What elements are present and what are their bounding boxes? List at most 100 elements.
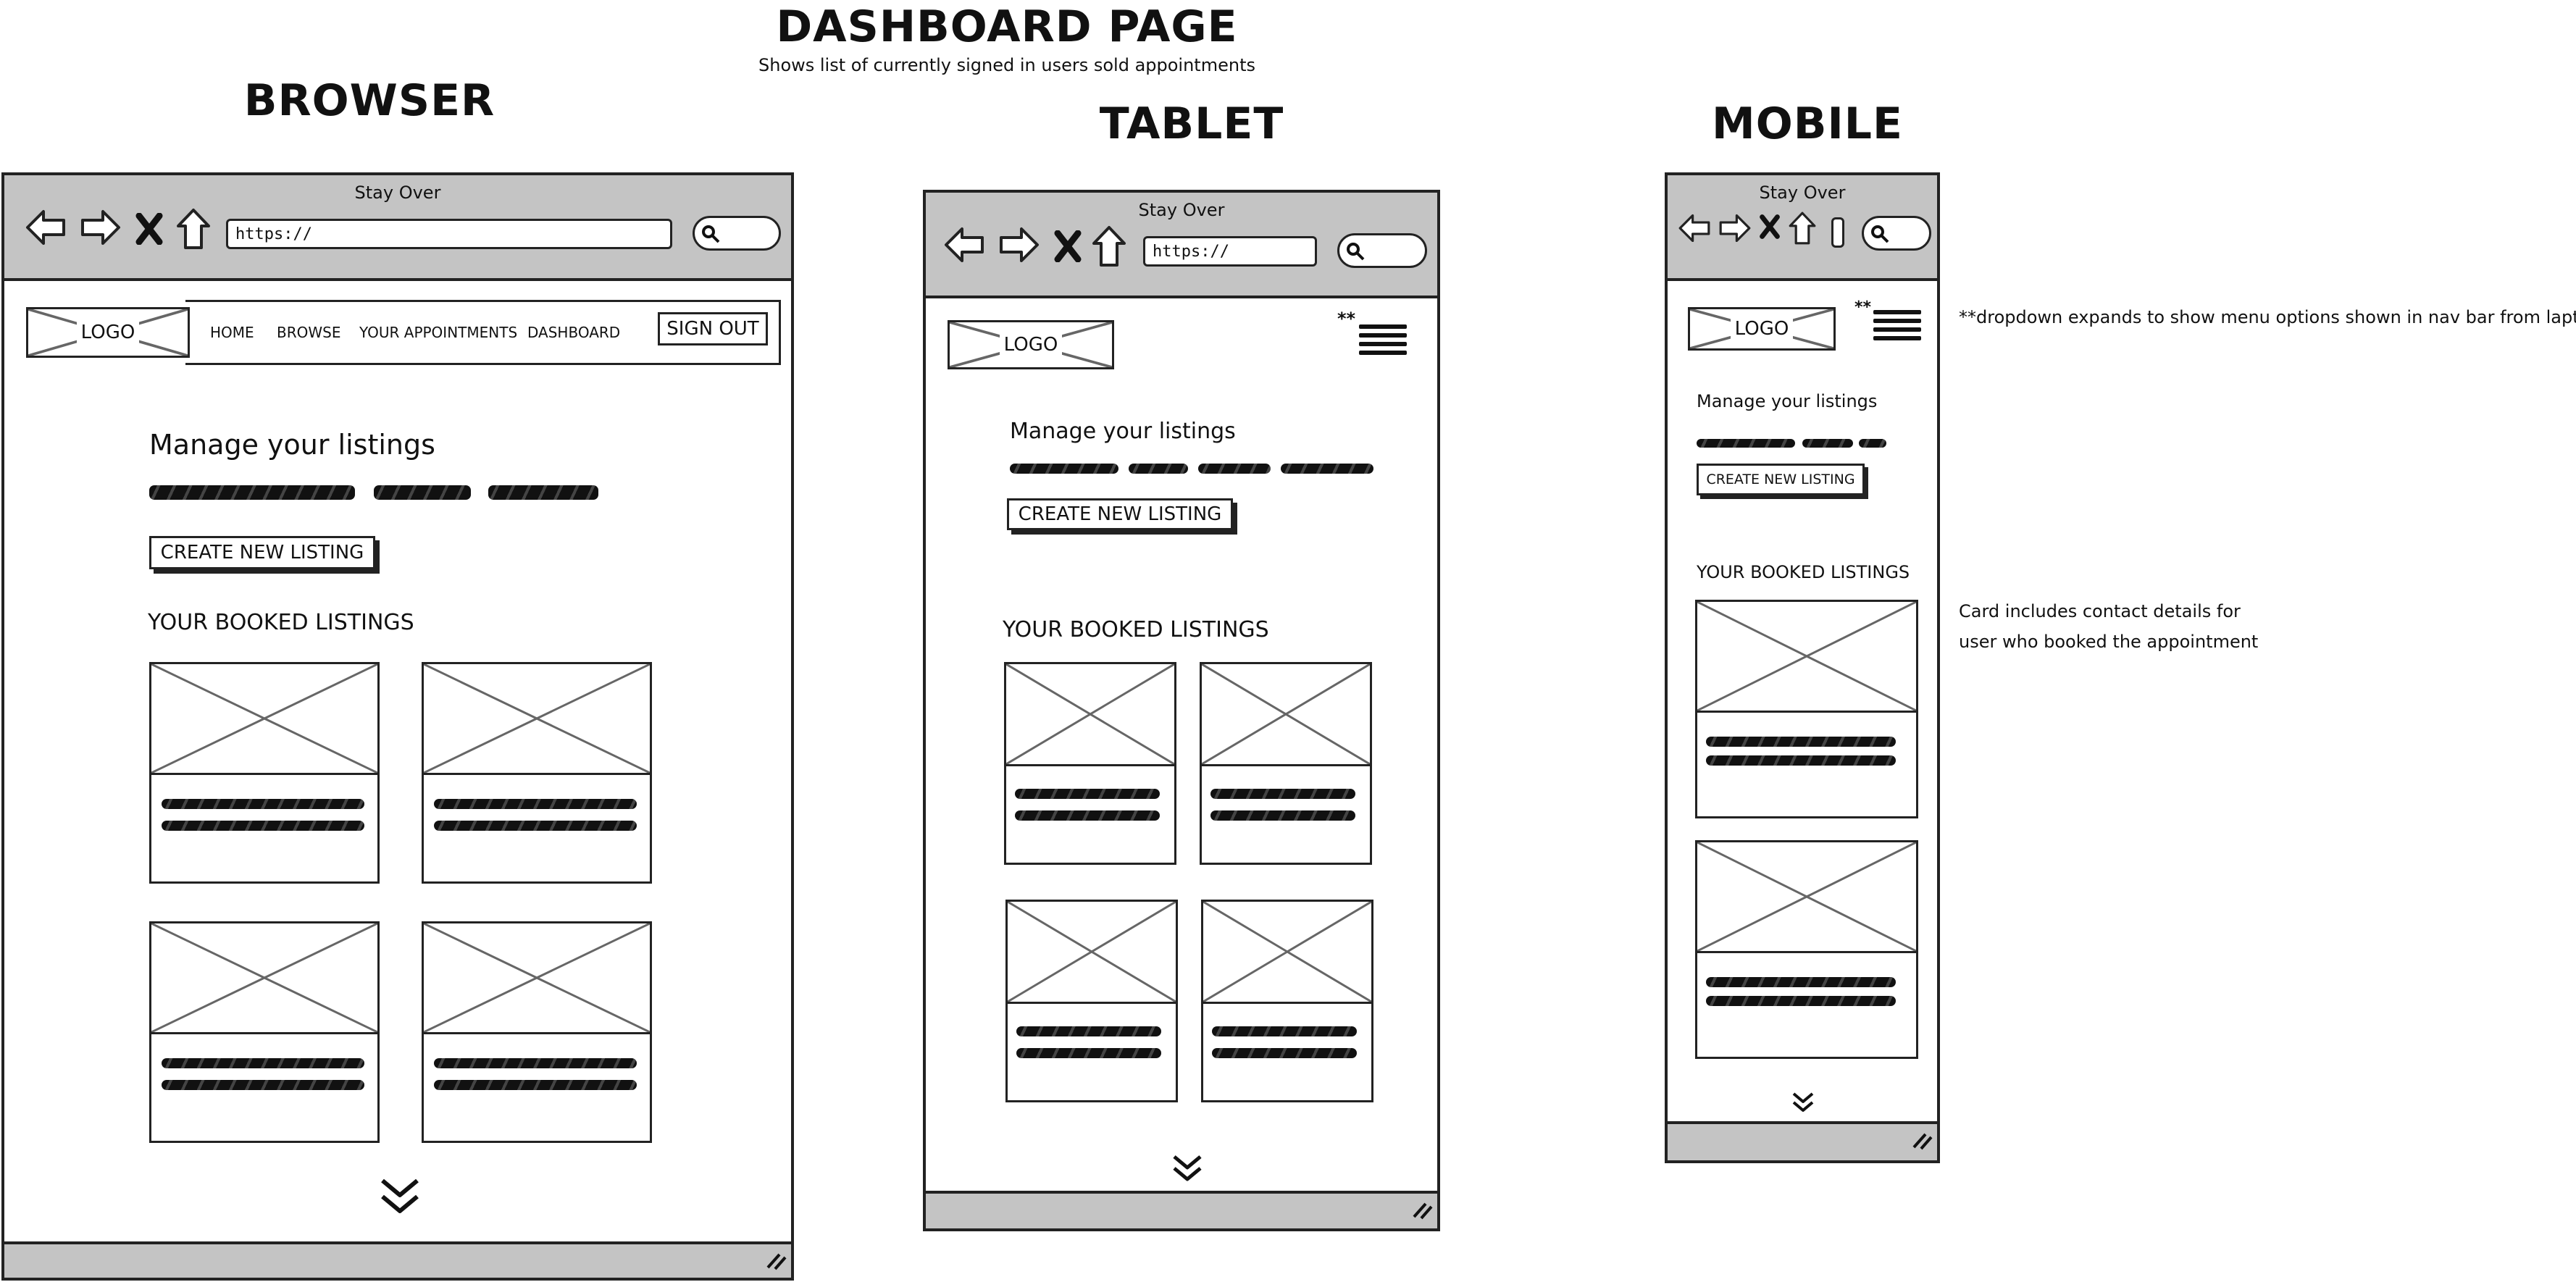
url-input[interactable]: https:// — [1143, 236, 1317, 267]
card-detail-scribble — [1015, 810, 1160, 821]
logo[interactable]: LOGO — [26, 307, 190, 358]
image-placeholder-icon — [424, 664, 650, 775]
description-scribble — [149, 485, 355, 500]
booked-listing-card[interactable] — [1004, 662, 1176, 865]
forward-arrow-icon[interactable] — [80, 207, 122, 248]
card-detail-scribble — [434, 799, 637, 809]
close-icon[interactable] — [1759, 213, 1781, 240]
search-icon — [1347, 243, 1365, 261]
create-new-listing-button[interactable]: CREATE NEW LISTING — [149, 536, 375, 569]
card-detail-scribble — [162, 1058, 364, 1068]
logo-text: LOGO — [1730, 318, 1794, 340]
url-input[interactable]: https:// — [226, 219, 672, 249]
card-detail-scribble — [434, 1058, 637, 1068]
page-title: DASHBOARD PAGE — [776, 1, 1238, 52]
image-placeholder-icon — [1008, 902, 1176, 1004]
logo[interactable]: LOGO — [948, 320, 1114, 369]
nav-home[interactable]: HOME — [210, 324, 254, 341]
booked-listings-heading: YOUR BOOKED LISTINGS — [1003, 617, 1269, 642]
card-detail-scribble — [1706, 977, 1896, 987]
card-detail-scribble — [1706, 996, 1896, 1006]
scroll-down-chevron-icon[interactable] — [1791, 1091, 1815, 1114]
image-placeholder-icon — [1202, 664, 1370, 766]
card-note-line-2: user who booked the appointment — [1959, 632, 2259, 652]
card-detail-scribble — [1210, 789, 1355, 799]
window-title: Stay Over — [1138, 200, 1225, 220]
tablet-label: TABLET — [1099, 99, 1284, 149]
mobile-chrome: Stay Over — [1668, 175, 1937, 281]
browser-label: BROWSER — [243, 75, 495, 126]
search-icon — [702, 225, 720, 243]
scroll-down-chevron-icon[interactable] — [378, 1176, 422, 1217]
tablet-chrome: Stay Over https:// — [926, 193, 1437, 298]
search-field[interactable] — [1337, 233, 1427, 268]
browser-frame: Stay Over https:// LOGO HOME BROWSE YOUR… — [1, 172, 794, 1281]
tablet-status-bar — [926, 1191, 1437, 1228]
create-new-listing-button[interactable]: CREATE NEW LISTING — [1007, 498, 1233, 530]
logo[interactable]: LOGO — [1688, 307, 1836, 351]
manage-listings-heading: Manage your listings — [1010, 419, 1236, 444]
home-icon[interactable] — [1788, 209, 1817, 248]
back-arrow-icon[interactable] — [1678, 211, 1711, 245]
create-new-listing-button[interactable]: CREATE NEW LISTING — [1697, 464, 1865, 495]
manage-listings-heading: Manage your listings — [1697, 391, 1878, 411]
logo-text: LOGO — [76, 322, 140, 343]
home-icon[interactable] — [1091, 225, 1127, 268]
image-placeholder-icon — [1697, 842, 1916, 953]
browser-chrome: Stay Over https:// — [4, 175, 791, 281]
nav-bar: HOME BROWSE YOUR APPOINTMENTS DASHBOARD … — [185, 300, 781, 365]
forward-arrow-icon[interactable] — [998, 225, 1040, 265]
booked-listing-card[interactable] — [422, 662, 652, 884]
tablet-frame: Stay Over https:// LOGO ** Manage your l… — [923, 190, 1440, 1231]
browser-status-bar — [4, 1241, 791, 1278]
resize-grip-icon[interactable] — [765, 1250, 787, 1270]
home-icon[interactable] — [175, 207, 212, 251]
nav-browse[interactable]: BROWSE — [277, 324, 340, 341]
image-placeholder-icon — [1203, 902, 1371, 1004]
image-placeholder-icon — [1697, 602, 1916, 713]
booked-listing-card[interactable] — [149, 662, 380, 884]
search-field[interactable] — [1862, 216, 1931, 251]
hamburger-menu-icon[interactable] — [1873, 310, 1921, 345]
mobile-label: MOBILE — [1712, 99, 1903, 149]
booked-listing-card[interactable] — [1005, 900, 1178, 1102]
description-scribble — [374, 485, 471, 500]
card-detail-scribble — [1015, 789, 1160, 799]
description-scribble — [1281, 464, 1373, 474]
card-detail-scribble — [1016, 1026, 1161, 1036]
card-detail-scribble — [162, 821, 364, 831]
booked-listing-card[interactable] — [1201, 900, 1373, 1102]
description-scribble — [1010, 464, 1118, 474]
mobile-status-bar — [1668, 1121, 1937, 1160]
close-icon[interactable] — [1053, 230, 1082, 262]
card-detail-scribble — [1212, 1026, 1357, 1036]
search-icon — [1871, 225, 1889, 243]
booked-listing-card[interactable] — [1200, 662, 1372, 865]
search-field[interactable] — [693, 216, 781, 251]
url-input[interactable] — [1831, 217, 1844, 248]
image-placeholder-icon — [1006, 664, 1174, 766]
scroll-down-chevron-icon[interactable] — [1171, 1153, 1204, 1183]
nav-dashboard[interactable]: DASHBOARD — [527, 324, 620, 341]
back-arrow-icon[interactable] — [943, 225, 985, 265]
card-detail-scribble — [1706, 737, 1896, 747]
back-arrow-icon[interactable] — [25, 207, 67, 248]
booked-listings-heading: YOUR BOOKED LISTINGS — [148, 610, 414, 635]
sign-out-button[interactable]: SIGN OUT — [658, 312, 768, 345]
resize-grip-icon[interactable] — [1911, 1130, 1933, 1150]
window-title: Stay Over — [354, 183, 441, 203]
booked-listing-card[interactable] — [1695, 840, 1918, 1059]
description-scribble — [1198, 464, 1271, 474]
card-detail-scribble — [1016, 1048, 1161, 1058]
menu-note-marker: ** — [1854, 298, 1872, 317]
forward-arrow-icon[interactable] — [1718, 211, 1752, 245]
resize-grip-icon[interactable] — [1411, 1199, 1433, 1220]
booked-listing-card[interactable] — [149, 921, 380, 1143]
nav-your-appointments[interactable]: YOUR APPOINTMENTS — [359, 324, 517, 341]
booked-listing-card[interactable] — [422, 921, 652, 1143]
description-scribble — [488, 485, 598, 500]
booked-listing-card[interactable] — [1695, 600, 1918, 818]
description-scribble — [1859, 439, 1886, 448]
hamburger-menu-icon[interactable] — [1359, 324, 1407, 359]
close-icon[interactable] — [135, 213, 164, 245]
